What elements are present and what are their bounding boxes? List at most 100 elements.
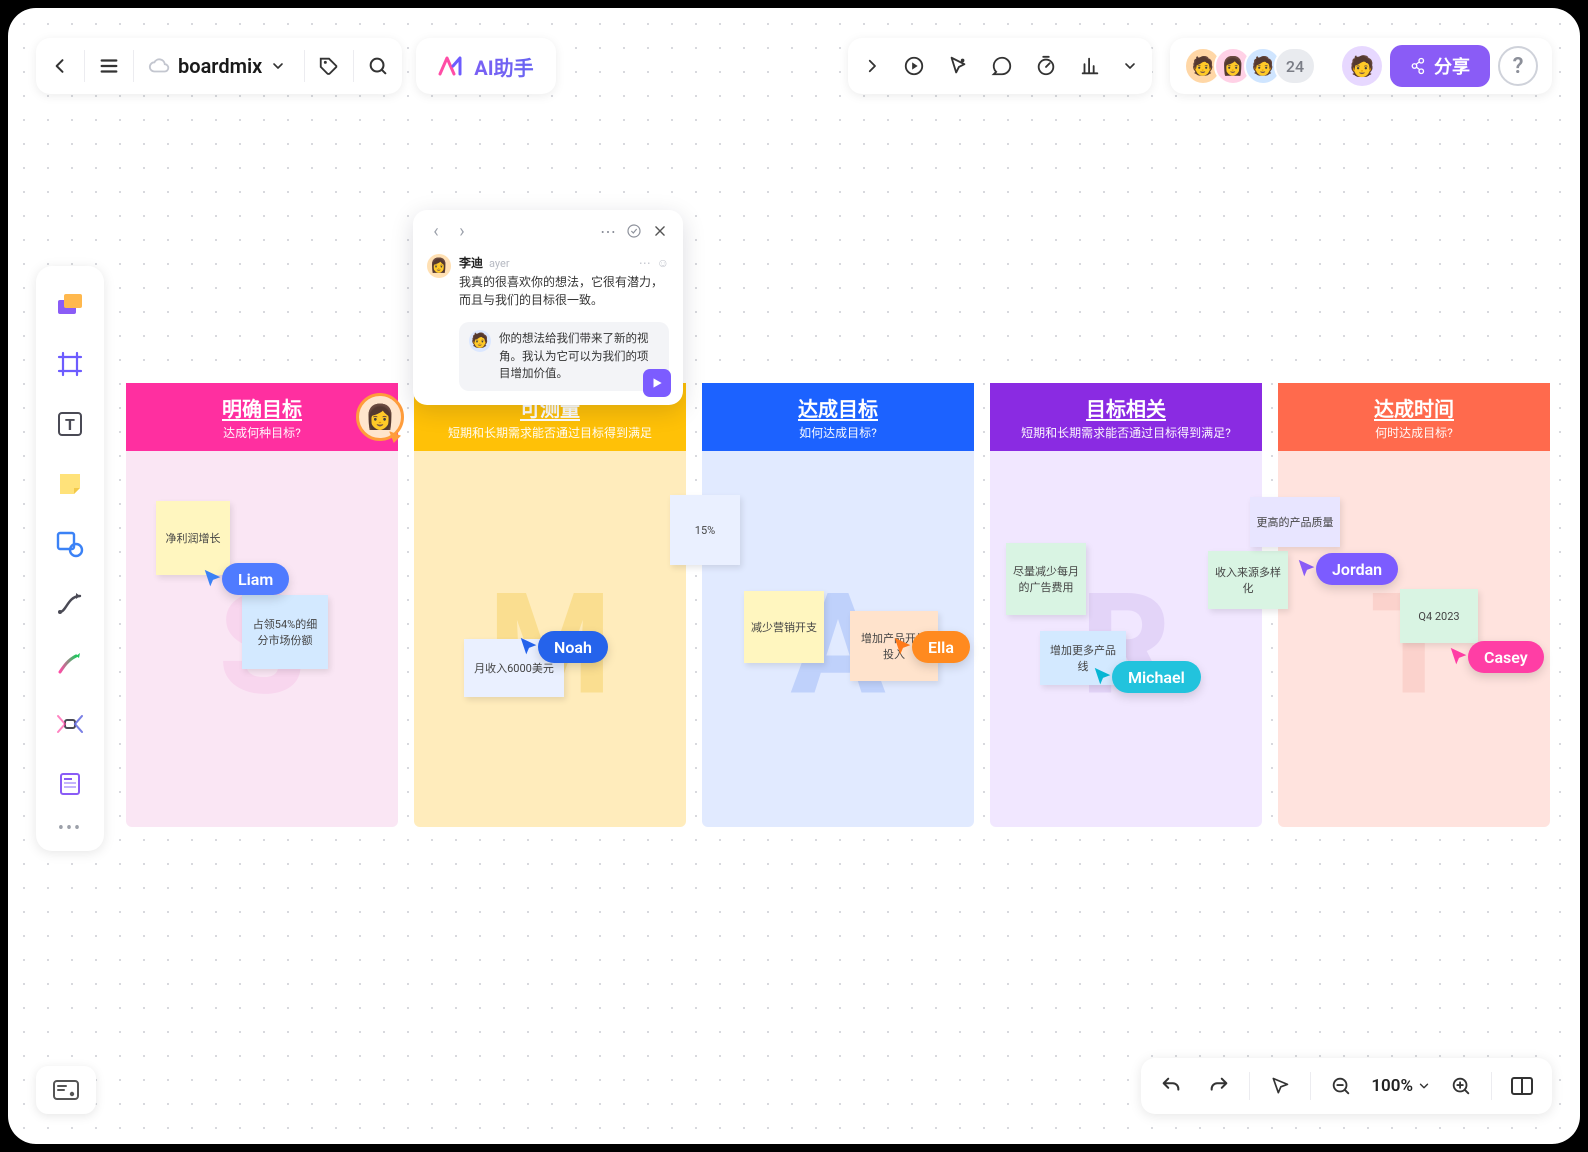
undo-button[interactable] — [1149, 1064, 1193, 1108]
column-subtitle: 短期和长期需求能否通过目标得到满足? — [1021, 424, 1231, 441]
pen-tool[interactable] — [46, 638, 94, 690]
column-header: 达成时间 何时达成目标? — [1278, 383, 1550, 451]
reply-avatar: 🧑 — [469, 330, 491, 352]
tag-button[interactable] — [305, 38, 353, 94]
sticky-note[interactable]: Q4 2023 — [1400, 589, 1478, 643]
column-subtitle: 达成何种目标? — [223, 424, 301, 441]
search-button[interactable] — [354, 38, 402, 94]
expand-right-icon[interactable] — [852, 38, 892, 94]
mindmap-tool[interactable] — [46, 698, 94, 750]
column-subtitle: 何时达成目标? — [1375, 424, 1453, 441]
document-tool[interactable] — [46, 758, 94, 810]
zoom-out-button[interactable] — [1319, 1064, 1363, 1108]
cursor-pill: Michael — [1112, 661, 1201, 693]
help-button[interactable]: ? — [1498, 46, 1538, 86]
board-columns: 明确目标 达成何种目标? 👩 S 净利润增长 占领54%的细分市场份额 Liam… — [126, 383, 1550, 827]
column-header: 达成目标 如何达成目标? — [702, 383, 974, 451]
layers-button[interactable] — [36, 1066, 96, 1114]
comment-prev[interactable]: ‹ — [425, 220, 447, 242]
more-tools[interactable]: ••• — [50, 818, 90, 839]
cursor-jordan: Jordan — [1296, 553, 1398, 585]
zoom-level[interactable]: 100% — [1367, 1076, 1435, 1096]
column-subtitle: 短期和长期需求能否通过目标得到满足 — [448, 424, 652, 441]
sticky-note[interactable]: 减少营销开支 — [744, 591, 824, 663]
comment-next[interactable]: › — [451, 220, 473, 242]
column-subtitle: 如何达成目标? — [799, 424, 877, 441]
sticky-note-tool[interactable] — [46, 458, 94, 510]
left-toolbox: T ••• — [36, 266, 104, 851]
redo-button[interactable] — [1197, 1064, 1241, 1108]
svg-text:T: T — [65, 415, 75, 434]
comment-tool-button[interactable] — [980, 38, 1024, 94]
document-title-text: boardmix — [178, 54, 262, 78]
back-button[interactable] — [36, 38, 84, 94]
more-tools-button[interactable] — [1112, 38, 1148, 94]
ai-logo-icon — [438, 56, 466, 76]
text-tool[interactable]: T — [46, 398, 94, 450]
comment-close[interactable] — [649, 220, 671, 242]
comment-more[interactable]: ⋯ — [597, 220, 619, 242]
ai-label: AI助手 — [474, 52, 533, 81]
column-header: 明确目标 达成何种目标? 👩 — [126, 383, 398, 451]
minimap-button[interactable] — [1500, 1064, 1544, 1108]
cursor-pill: Casey — [1468, 641, 1544, 673]
column-owner-avatar[interactable]: 👩 — [356, 393, 404, 441]
zoom-in-button[interactable] — [1439, 1064, 1483, 1108]
timer-button[interactable] — [1024, 38, 1068, 94]
cursor-pill: Noah — [538, 631, 608, 663]
play-button[interactable] — [892, 38, 936, 94]
comment-author: 李迪 — [459, 256, 483, 270]
column-header: 目标相关 短期和长期需求能否通过目标得到满足? — [990, 383, 1262, 451]
select-mode-button[interactable] — [1258, 1064, 1302, 1108]
top-bar: boardmix AI助手 — [36, 38, 1552, 94]
comment-time: ayer — [489, 257, 510, 270]
column-achievable[interactable]: 达成目标 如何达成目标? A 15% 减少营销开支 增加产品开发投入 Ella — [702, 383, 974, 827]
collaborator-avatars[interactable]: 🧑 👩 🧑 24 — [1184, 47, 1316, 85]
share-button[interactable]: 分享 — [1390, 45, 1490, 87]
comment-entry-more[interactable]: ⋯ — [639, 254, 651, 273]
cursor-casey: Casey — [1448, 641, 1544, 673]
comment-text: 我真的很喜欢你的想法，它很有潜力，而且与我们的目标很一致。 — [459, 273, 669, 310]
sticky-note[interactable]: 更高的产品质量 — [1250, 497, 1340, 547]
connector-tool[interactable] — [46, 578, 94, 630]
bottom-toolbar: 100% — [1141, 1058, 1552, 1114]
cursor-pill: Jordan — [1316, 553, 1398, 585]
column-measurable[interactable]: 可测量 短期和长期需求能否通过目标得到满足 M 月收入6000美元 Noah — [414, 383, 686, 827]
menu-button[interactable] — [85, 38, 133, 94]
cursor-liam: Liam — [202, 563, 289, 595]
comment-panel[interactable]: ‹ › ⋯ 👩 李迪ayer ⋯ ☺ 我真的很喜欢你的想法，它很有潜力，而且与 — [413, 210, 683, 405]
column-title: 达成时间 — [1374, 393, 1454, 422]
comment-avatar: 👩 — [427, 254, 451, 278]
pointer-tool-button[interactable] — [936, 38, 980, 94]
share-icon — [1410, 57, 1428, 75]
sticky-note[interactable]: 尽量减少每月的广告费用 — [1006, 543, 1086, 615]
cursor-ella: Ella — [892, 631, 970, 663]
frame-tool[interactable] — [46, 338, 94, 390]
cursor-pill: Liam — [222, 563, 289, 595]
sticky-note[interactable]: 收入来源多样化 — [1208, 551, 1288, 609]
me-avatar[interactable]: 🧑 — [1342, 46, 1382, 86]
sticky-note[interactable]: 15% — [670, 495, 740, 565]
comment-resolve[interactable] — [623, 220, 645, 242]
ai-assistant-button[interactable]: AI助手 — [416, 52, 555, 81]
comment-reply-box[interactable]: 🧑 你的想法给我们带来了新的视角。我认为它可以为我们的项目增加价值。 — [459, 322, 669, 391]
reply-text: 你的想法给我们带来了新的视角。我认为它可以为我们的项目增加价值。 — [499, 330, 659, 383]
cloud-icon — [148, 55, 170, 77]
column-title: 达成目标 — [798, 393, 878, 422]
sticky-note[interactable]: 占领54%的细分市场份额 — [242, 595, 328, 669]
emoji-icon[interactable]: ☺ — [657, 254, 669, 273]
cursor-pill: Ella — [912, 631, 970, 663]
share-label: 分享 — [1434, 53, 1470, 79]
templates-tool[interactable] — [46, 278, 94, 330]
column-title: 目标相关 — [1086, 393, 1166, 422]
column-time[interactable]: 达成时间 何时达成目标? T 收入来源多样化 更高的产品质量 Q4 2023 J… — [1278, 383, 1550, 827]
column-specific[interactable]: 明确目标 达成何种目标? 👩 S 净利润增长 占领54%的细分市场份额 Liam — [126, 383, 398, 827]
chart-button[interactable] — [1068, 38, 1112, 94]
avatar-count[interactable]: 24 — [1274, 47, 1316, 85]
shape-tool[interactable] — [46, 518, 94, 570]
cursor-noah: Noah — [518, 631, 608, 663]
column-title: 明确目标 — [222, 393, 302, 422]
chevron-down-icon[interactable] — [270, 58, 286, 74]
send-button[interactable] — [643, 369, 671, 397]
document-title[interactable]: boardmix — [134, 54, 304, 78]
